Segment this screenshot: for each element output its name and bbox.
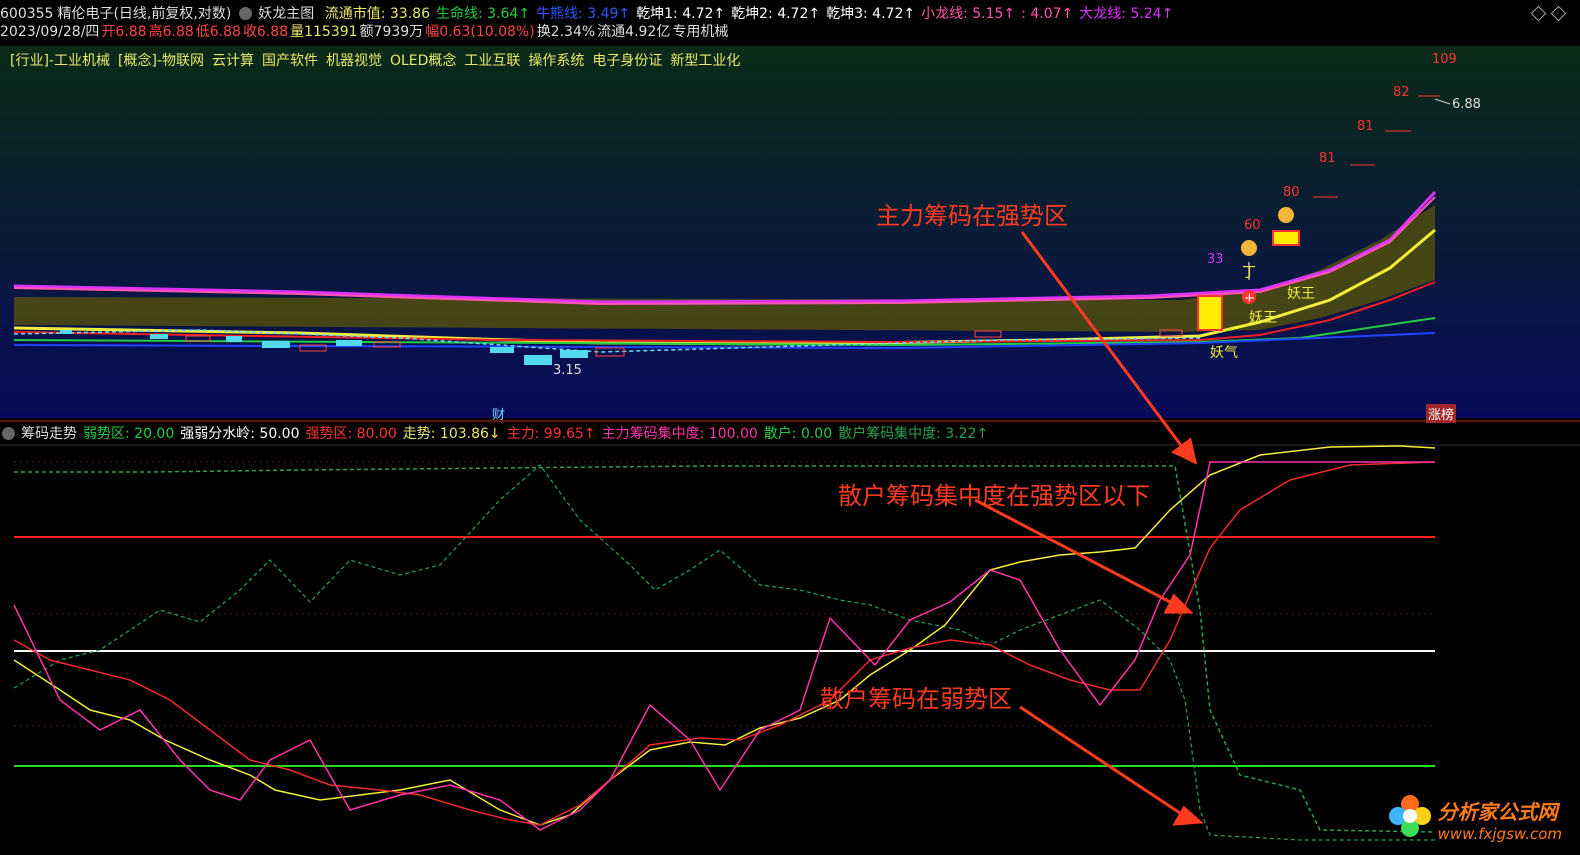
money-bag-icon	[1278, 207, 1294, 223]
money-bag-icon	[1241, 240, 1257, 256]
watermark: 分析家公式网 www.fxjgsw.com	[1388, 795, 1562, 843]
lower-indicator-value-5: 主力筹码集中度: 100.00	[601, 426, 758, 442]
main-force-line	[13, 461, 1436, 826]
trend-line	[13, 445, 1436, 826]
label-60: 60	[1244, 218, 1261, 233]
label-109: 109	[1432, 52, 1457, 67]
annotation-retail-weak: 散户筹码在弱势区	[820, 685, 1012, 713]
annotation-main-force: 主力筹码在强势区	[876, 202, 1068, 230]
lower-indicator-value-6: 散户: 0.00	[763, 426, 833, 442]
cai-marker: 财	[492, 408, 506, 423]
yaowang-label: 妖王	[1249, 310, 1277, 326]
zhangbang-marker: 涨榜	[1426, 404, 1457, 423]
lower-indicator-value-0: 弱势区: 20.00	[83, 426, 175, 442]
lower-indicator-values: 弱势区: 20.00 强弱分水岭: 50.00 强势区: 80.00 走势: 103.…	[83, 426, 994, 442]
lower-indicator-name[interactable]: 筹码走势	[21, 426, 77, 442]
main-force-concentration-line	[13, 461, 1435, 831]
label-33: 33	[1207, 252, 1224, 267]
lower-indicator-bar: 筹码走势 弱势区: 20.00 强弱分水岭: 50.00 强势区: 80.00 走势: …	[0, 425, 1000, 443]
watermark-url: www.fxjgsw.com	[1437, 825, 1562, 843]
retail-concentration-line	[14, 465, 1436, 833]
plus-glyph: +	[1244, 291, 1255, 306]
yaowang-label: 妖王	[1287, 286, 1315, 302]
label-81: 81	[1357, 119, 1374, 134]
label-80: 80	[1283, 185, 1300, 200]
yaoqi-label: 妖气	[1210, 345, 1238, 361]
big-dragon-line	[13, 190, 1437, 304]
label-82: 82	[1393, 85, 1410, 100]
ding-label: 丁	[1242, 265, 1256, 281]
price-high-label: 6.88	[1452, 97, 1481, 112]
label-81: 81	[1319, 151, 1336, 166]
lower-indicator-value-1: 强弱分水岭: 50.00	[180, 426, 300, 442]
watermark-title: 分析家公式网	[1437, 800, 1558, 824]
right-markers	[1313, 95, 1451, 198]
small-dragon-line	[13, 196, 1436, 306]
indicator-toggle-icon[interactable]	[2, 427, 15, 440]
annotation-retail-concentration: 散户筹码集中度在强势区以下	[838, 482, 1150, 510]
lower-indicator-value-3: 走势: 103.86↓	[402, 426, 501, 442]
price-low-label: 3.15	[553, 363, 582, 378]
lower-indicator-value-2: 强势区: 80.00	[305, 426, 397, 442]
lower-indicator-value-7: 散户筹码集中度: 3.22↑	[838, 426, 989, 442]
lower-indicator-value-4: 主力: 99.65↑	[506, 426, 596, 442]
flower-logo-icon	[1388, 795, 1431, 837]
